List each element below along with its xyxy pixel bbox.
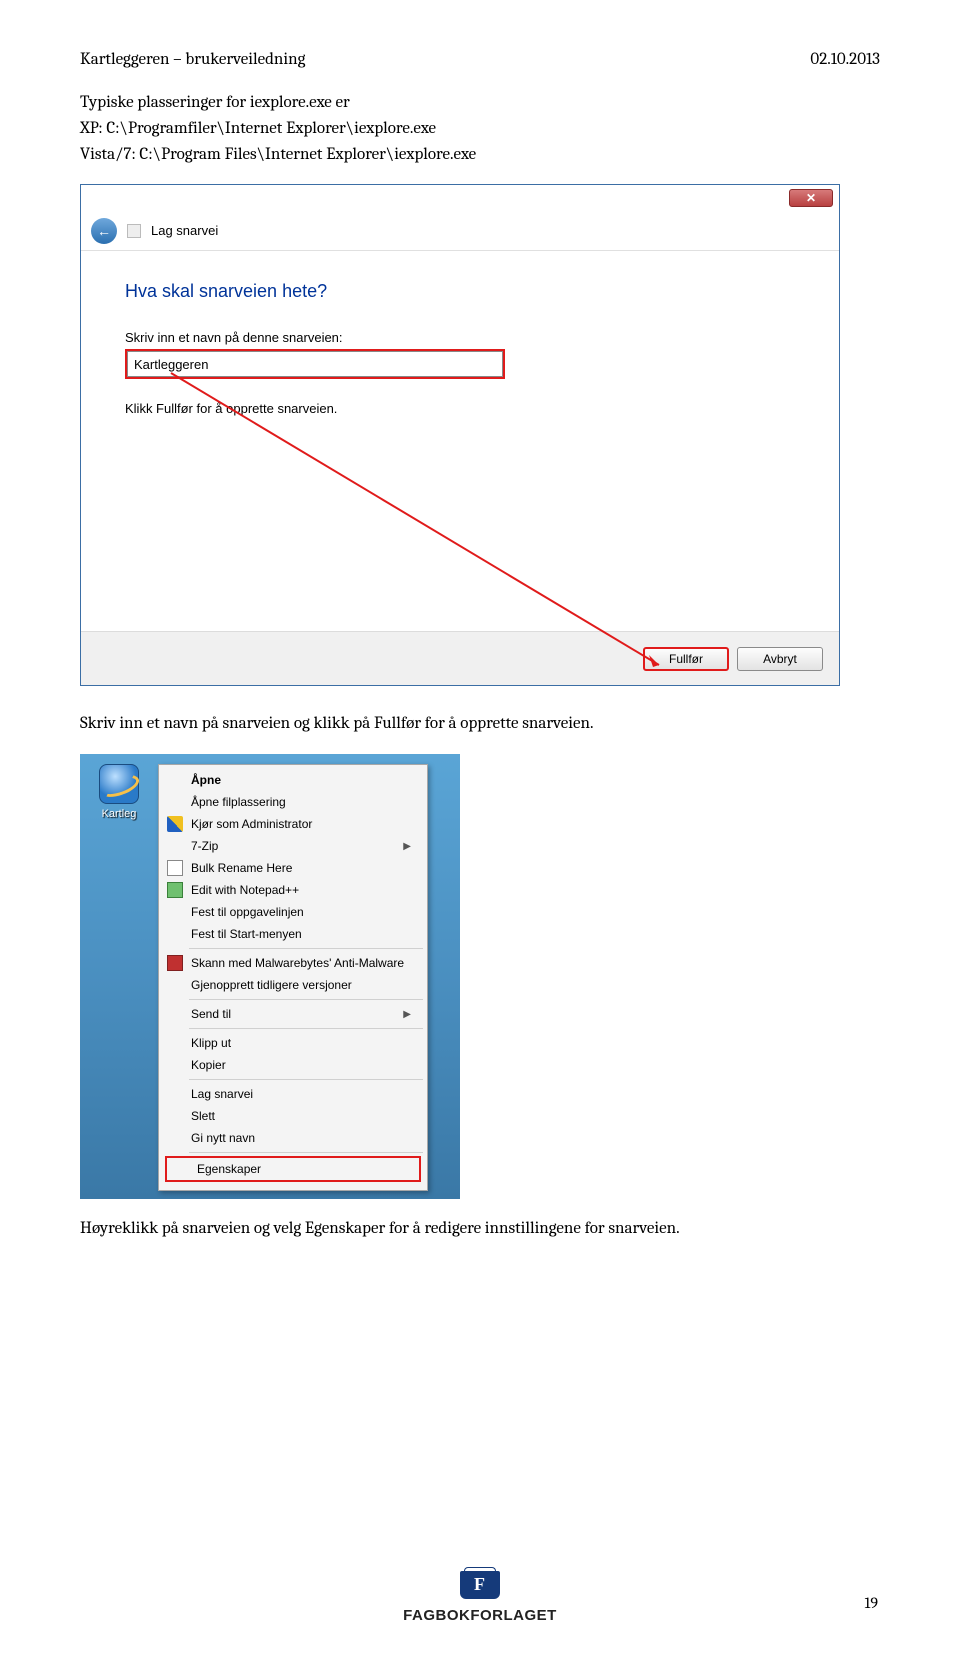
menu-item-label: Åpne filplassering	[191, 795, 286, 809]
wizard-heading: Hva skal snarveien hete?	[125, 281, 795, 302]
menu-item[interactable]: Fest til oppgavelinjen	[161, 901, 425, 923]
bottom-paragraph: Høyreklikk på snarveien og velg Egenskap…	[80, 1217, 880, 1241]
menu-item[interactable]: 7-Zip ▶	[161, 835, 425, 857]
menu-item-label: Gi nytt navn	[191, 1131, 255, 1145]
wizard-instruction: Klikk Fullfør for å opprette snarveien.	[125, 401, 795, 416]
intro-line-3: Vista/7: C:\Program Files\Internet Explo…	[80, 143, 880, 167]
menu-item-label: 7-Zip	[191, 839, 218, 853]
shortcut-wizard-dialog: ✕ ← Lag snarvei Hva skal snarveien hete?…	[80, 184, 840, 686]
menu-item-label: Lag snarvei	[191, 1087, 253, 1101]
menu-item-label: Kopier	[191, 1058, 226, 1072]
menu-separator	[189, 1152, 423, 1153]
menu-item[interactable]: Gi nytt navn	[161, 1127, 425, 1149]
submenu-arrow-icon: ▶	[403, 1009, 411, 1020]
finish-button-label: Fullfør	[669, 652, 703, 666]
intro-line-1: Typiske plasseringer for iexplore.exe er	[80, 91, 880, 115]
menu-item[interactable]: Bulk Rename Here	[161, 857, 425, 879]
menu-item-label: Skann med Malwarebytes' Anti-Malware	[191, 956, 404, 970]
context-menu: Åpne Åpne filplassering Kjør som Administr…	[158, 764, 428, 1191]
menu-item-label: Slett	[191, 1109, 215, 1123]
finish-button[interactable]: Fullfør	[643, 647, 729, 671]
menu-item[interactable]: Åpne filplassering	[161, 791, 425, 813]
shortcut-name-input[interactable]	[127, 351, 503, 377]
menu-item[interactable]: Kopier	[161, 1054, 425, 1076]
context-menu-screenshot: Kartleg Åpne Åpne filplassering Kjør som A…	[80, 754, 460, 1199]
intro-line-2: XP: C:\Programfiler\Internet Explorer\ie…	[80, 117, 880, 141]
publisher-logo-icon	[460, 1571, 500, 1605]
arrow-left-icon: ←	[97, 223, 111, 239]
shield-icon	[167, 816, 183, 832]
menu-separator	[189, 948, 423, 949]
menu-item[interactable]: Fest til Start-menyen	[161, 923, 425, 945]
menu-item[interactable]: Klipp ut	[161, 1032, 425, 1054]
menu-item-label: Send til	[191, 1007, 231, 1021]
cancel-button-label: Avbryt	[763, 652, 797, 666]
wizard-field-label: Skriv inn et navn på denne snarveien:	[125, 330, 795, 345]
cancel-button[interactable]: Avbryt	[737, 647, 823, 671]
internet-explorer-icon	[99, 764, 139, 804]
intro-paragraph: Typiske plasseringer for iexplore.exe er…	[80, 91, 880, 166]
menu-item-label: Edit with Notepad++	[191, 883, 299, 897]
doc-icon	[167, 860, 183, 876]
menu-item[interactable]: Kjør som Administrator	[161, 813, 425, 835]
menu-item-label: Kjør som Administrator	[191, 817, 312, 831]
mb-icon	[167, 955, 183, 971]
menu-item[interactable]: Skann med Malwarebytes' Anti-Malware	[161, 952, 425, 974]
page-footer: FAGBOKFORLAGET	[0, 1571, 960, 1624]
doc-header-left: Kartleggeren – brukerveiledning	[80, 50, 305, 69]
submenu-arrow-icon: ▶	[403, 841, 411, 852]
menu-item-label: Egenskaper	[197, 1162, 261, 1176]
publisher-brand: FAGBOKFORLAGET	[403, 1607, 557, 1624]
menu-item-label: Klipp ut	[191, 1036, 231, 1050]
np-icon	[167, 882, 183, 898]
back-button[interactable]: ←	[91, 218, 117, 244]
input-highlight-box	[125, 349, 505, 379]
menu-item-label: Åpne	[191, 773, 221, 787]
close-button[interactable]: ✕	[789, 189, 833, 207]
desktop-icon-label: Kartleg	[88, 808, 150, 820]
menu-item-label: Bulk Rename Here	[191, 861, 292, 875]
menu-item[interactable]: Lag snarvei	[161, 1083, 425, 1105]
menu-item-label: Gjenopprett tidligere versjoner	[191, 978, 352, 992]
properties-highlight: Egenskaper	[165, 1156, 421, 1182]
menu-item[interactable]: Slett	[161, 1105, 425, 1127]
menu-item[interactable]: Send til ▶	[161, 1003, 425, 1025]
page-number: 19	[865, 1594, 878, 1612]
menu-separator	[189, 999, 423, 1000]
menu-separator	[189, 1079, 423, 1080]
mid-paragraph: Skriv inn et navn på snarveien og klikk …	[80, 712, 880, 736]
desktop-shortcut-icon[interactable]: Kartleg	[88, 764, 150, 820]
menu-item-properties[interactable]: Egenskaper	[167, 1158, 419, 1180]
close-icon: ✕	[806, 191, 816, 205]
menu-item[interactable]: Edit with Notepad++	[161, 879, 425, 901]
menu-item[interactable]: Gjenopprett tidligere versjoner	[161, 974, 425, 996]
doc-header-date: 02.10.2013	[810, 50, 880, 69]
wizard-nav-label: Lag snarvei	[151, 223, 218, 238]
menu-separator	[189, 1028, 423, 1029]
menu-item-label: Fest til oppgavelinjen	[191, 905, 304, 919]
shortcut-icon	[127, 224, 141, 238]
menu-item[interactable]: Åpne	[161, 769, 425, 791]
menu-item-label: Fest til Start-menyen	[191, 927, 302, 941]
